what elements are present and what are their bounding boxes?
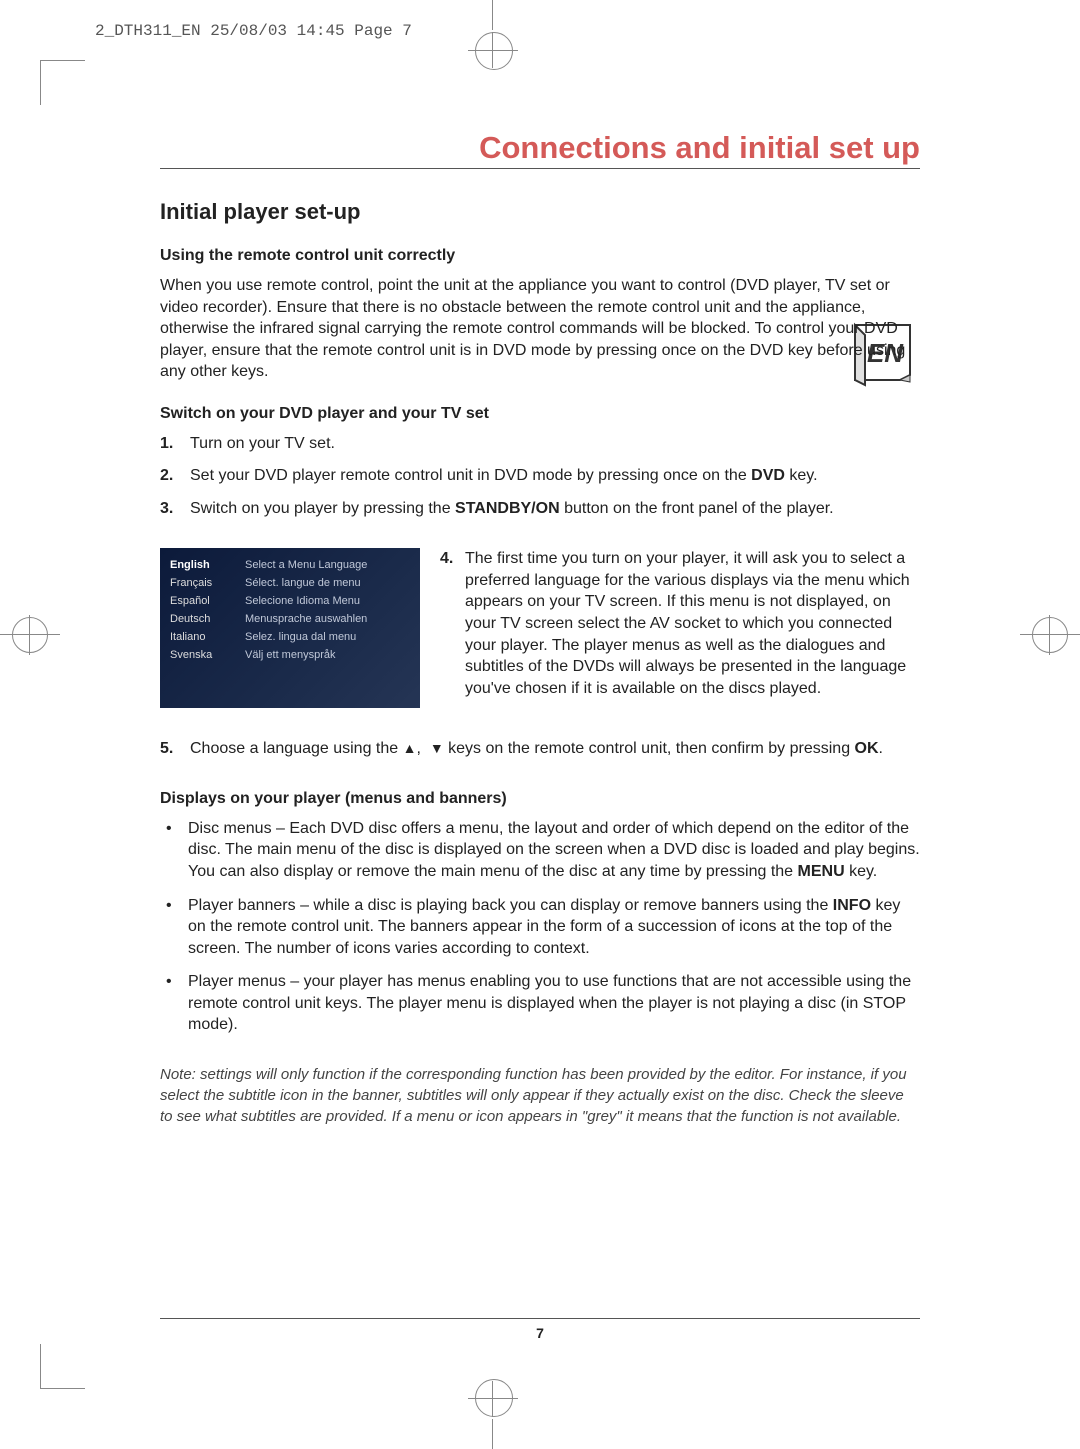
step-text: The first time you turn on your player, … [465, 550, 910, 697]
section-title: Connections and initial set up [160, 130, 920, 169]
step-number: 5. [160, 738, 173, 760]
subheading-displays: Displays on your player (menus and banne… [160, 790, 920, 808]
step-bold: OK [855, 740, 879, 757]
step-number: 4. [440, 548, 453, 570]
cropmark-bottom [463, 1379, 523, 1449]
page-number: 7 [536, 1325, 544, 1341]
remote-body: When you use remote control, point the u… [160, 275, 920, 383]
cropmark-top [463, 0, 523, 70]
bullet-disc-menus: Disc menus – Each DVD disc offers a menu… [160, 818, 920, 883]
menu-row: FrançaisSélect. langue de menu [160, 574, 420, 592]
language-menu-screenshot: EnglishSelect a Menu Language FrançaisSé… [160, 548, 420, 708]
bullet-player-banners: Player banners – while a disc is playing… [160, 895, 920, 960]
subheading-remote: Using the remote control unit correctly [160, 247, 920, 265]
step-text-pre: Choose a language using the [190, 740, 403, 757]
step-1: 1. Turn on your TV set. [160, 433, 920, 455]
step-4-row: EnglishSelect a Menu Language FrançaisSé… [160, 548, 920, 708]
menu-row: SvenskaVälj ett menyspråk [160, 646, 420, 664]
page-content: Connections and initial set up Initial p… [160, 130, 920, 1127]
step-5: 5. Choose a language using the ▲, ▼ keys… [160, 738, 920, 760]
step-text-pre: Set your DVD player remote control unit … [190, 467, 751, 484]
step-3: 3. Switch on you player by pressing the … [160, 498, 920, 520]
note-text: Note: settings will only function if the… [160, 1064, 920, 1127]
step-text-pre: Switch on you player by pressing the [190, 500, 455, 517]
step-2: 2. Set your DVD player remote control un… [160, 465, 920, 487]
menu-row: ItalianoSelez. lingua dal menu [160, 628, 420, 646]
step-text-mid: keys on the remote control unit, then co… [448, 740, 854, 757]
step-bold: DVD [751, 467, 785, 484]
page-heading: Initial player set-up [160, 199, 920, 225]
subheading-switch-on: Switch on your DVD player and your TV se… [160, 405, 920, 423]
print-header: 2_DTH311_EN 25/08/03 14:45 Page 7 [95, 22, 412, 40]
corner-top-left [40, 60, 85, 105]
page-footer: 7 [160, 1318, 920, 1341]
up-arrow-icon: ▲ [403, 739, 417, 758]
down-arrow-icon: ▼ [430, 739, 444, 758]
switch-on-steps: 1. Turn on your TV set. 2. Set your DVD … [160, 433, 920, 520]
cropmark-left [0, 605, 60, 665]
step-bold: STANDBY/ON [455, 500, 560, 517]
step-text-post: key. [785, 467, 818, 484]
step-number: 2. [160, 465, 173, 487]
step-4: 4. The first time you turn on your playe… [440, 548, 920, 708]
bullet-player-menus: Player menus – your player has menus ena… [160, 971, 920, 1036]
menu-row: DeutschMenusprache auswahlen [160, 610, 420, 628]
corner-bottom-left [40, 1344, 85, 1389]
step-text: Turn on your TV set. [190, 435, 335, 452]
display-bullets: Disc menus – Each DVD disc offers a menu… [160, 818, 920, 1036]
step-text-post: . [879, 740, 883, 757]
step-number: 1. [160, 433, 173, 455]
cropmark-right [1020, 605, 1080, 665]
menu-row: EnglishSelect a Menu Language [160, 556, 420, 574]
step-number: 3. [160, 498, 173, 520]
step-text-post: button on the front panel of the player. [560, 500, 834, 517]
menu-row: EspañolSelecione Idioma Menu [160, 592, 420, 610]
